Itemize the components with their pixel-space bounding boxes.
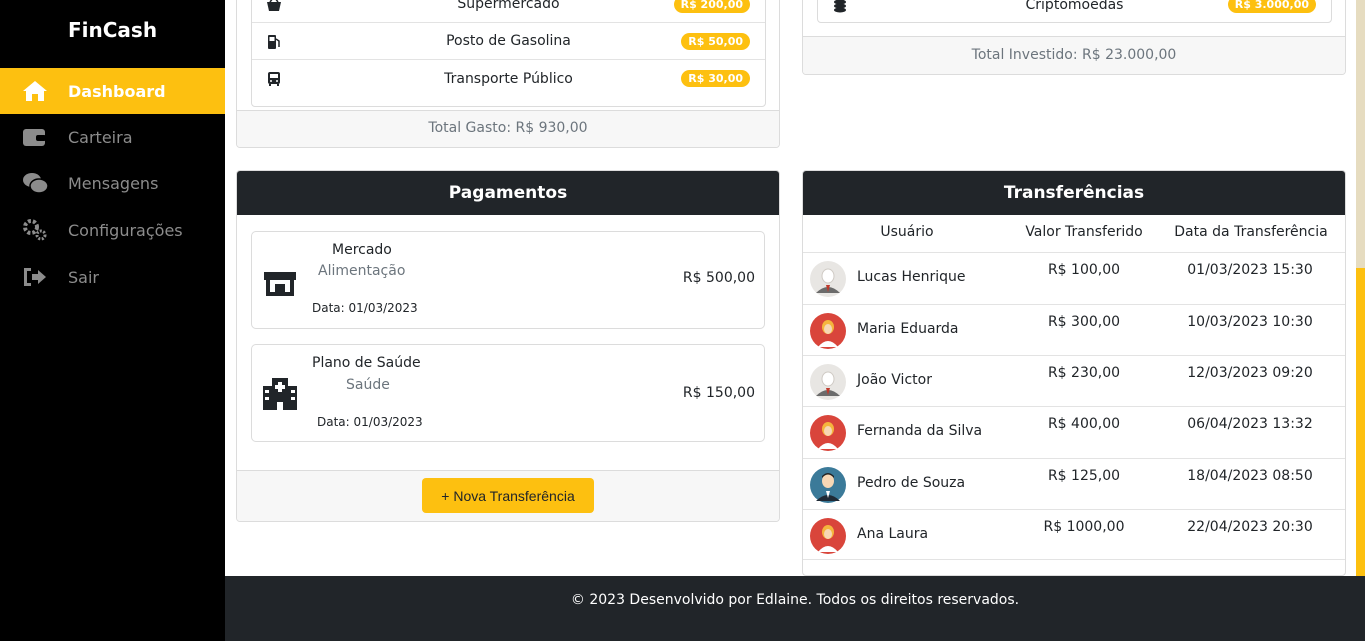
footer-text: © 2023 Desenvolvido por Edlaine. Todos o…	[570, 592, 1020, 608]
store-icon	[264, 272, 296, 296]
avatar	[810, 467, 846, 503]
table-row: João Victor R$ 230,00 12/03/2023 09:20	[803, 355, 1345, 406]
column-header-value: Valor Transferido	[1025, 224, 1143, 240]
table-row: Lucas Henrique R$ 100,00 01/03/2023 15:3…	[803, 252, 1345, 303]
list-item: Criptomoedas R$ 3.000,00	[818, 0, 1331, 22]
sidebar-item-label: Sair	[68, 267, 99, 287]
list-item: Transporte Público R$ 30,00	[252, 60, 765, 97]
payment-item[interactable]: Plano de Saúde Saúde Data: 01/03/2023 R$…	[251, 344, 765, 442]
transfer-value: R$ 300,00	[1047, 314, 1121, 330]
sidebar-item-label: Carteira	[68, 127, 133, 147]
transfers-card: Transferências Usuário Valor Transferido…	[802, 170, 1346, 576]
sidebar-item-mensagens[interactable]: Mensagens	[0, 160, 225, 206]
user-name: Ana Laura	[857, 526, 929, 542]
payment-item[interactable]: Mercado Alimentação Data: 01/03/2023 R$ …	[251, 231, 765, 329]
wallet-icon	[23, 129, 46, 146]
sidebar-item-label: Dashboard	[68, 81, 166, 101]
payments-card: Pagamentos Mercado Alimentação Data: 01/…	[236, 170, 780, 522]
transfer-value: R$ 1000,00	[1043, 519, 1125, 535]
new-transfer-button[interactable]: + Nova Transferência	[422, 478, 594, 513]
sidebar-item-carteira[interactable]: Carteira	[0, 114, 225, 160]
sidebar-item-configuracoes[interactable]: Configurações	[0, 207, 225, 253]
transfer-date: 01/03/2023 15:30	[1187, 262, 1313, 278]
table-row: Pedro de Souza R$ 125,00 18/04/2023 08:5…	[803, 458, 1345, 509]
comments-icon	[23, 173, 48, 194]
list-item: Supermercado R$ 200,00	[252, 0, 765, 23]
gears-icon	[23, 219, 47, 241]
payment-date: Data: 01/03/2023	[312, 301, 418, 315]
value-badge: R$ 30,00	[681, 70, 750, 87]
total-spent: Total Gasto: R$ 930,00	[237, 110, 779, 147]
avatar	[810, 518, 846, 554]
value-badge: R$ 3.000,00	[1227, 0, 1316, 13]
avatar	[810, 415, 846, 451]
payment-value: R$ 500,00	[682, 270, 755, 286]
investments-list: Criptomoedas R$ 3.000,00	[817, 0, 1332, 23]
total-invested: Total Investido: R$ 23.000,00	[803, 36, 1345, 74]
payment-category: Alimentação	[318, 263, 406, 279]
expenses-list: Supermercado R$ 200,00 Posto de Gasolina…	[251, 0, 766, 107]
payment-value: R$ 150,00	[682, 385, 755, 401]
transfer-date: 10/03/2023 10:30	[1187, 314, 1313, 330]
sidebar: FinCash Dashboard Carteira Mensagens Con…	[0, 0, 225, 641]
transfer-date: 22/04/2023 20:30	[1187, 519, 1313, 535]
user-name: Maria Eduarda	[857, 321, 959, 337]
user-name: Pedro de Souza	[857, 475, 966, 491]
transfer-value: R$ 100,00	[1047, 262, 1121, 278]
list-item: Posto de Gasolina R$ 50,00	[252, 23, 765, 60]
investments-card: Criptomoedas R$ 3.000,00 Total Investido…	[802, 0, 1346, 75]
transfer-date: 06/04/2023 13:32	[1187, 416, 1313, 432]
table-row: Fernanda da Silva R$ 400,00 06/04/2023 1…	[803, 406, 1345, 457]
user-name: Fernanda da Silva	[857, 423, 983, 439]
value-badge: R$ 200,00	[673, 0, 750, 13]
sidebar-item-dashboard[interactable]: Dashboard	[0, 68, 225, 114]
sidebar-item-sair[interactable]: Sair	[0, 254, 225, 300]
expenses-card: Supermercado R$ 200,00 Posto de Gasolina…	[236, 0, 780, 148]
sidebar-item-label: Configurações	[68, 220, 183, 240]
payments-title: Pagamentos	[237, 171, 779, 215]
user-name: João Victor	[857, 372, 932, 388]
hospital-icon	[263, 378, 297, 410]
sign-out-icon	[24, 268, 46, 286]
table-row: Maria Eduarda R$ 300,00 10/03/2023 10:30	[803, 304, 1345, 355]
transfer-value: R$ 400,00	[1047, 416, 1121, 432]
payments-footer: + Nova Transferência	[237, 470, 779, 521]
user-name: Lucas Henrique	[857, 269, 966, 285]
avatar	[810, 313, 846, 349]
table-row: Ana Laura R$ 1000,00 22/04/2023 20:30	[803, 509, 1345, 560]
page-footer: © 2023 Desenvolvido por Edlaine. Todos o…	[225, 576, 1365, 641]
transfer-date: 18/04/2023 08:50	[1187, 468, 1313, 484]
scrollbar-thumb[interactable]	[1356, 268, 1365, 576]
transfer-value: R$ 125,00	[1047, 468, 1121, 484]
avatar	[810, 261, 846, 297]
column-header-user: Usuário	[880, 224, 934, 240]
transfer-date: 12/03/2023 09:20	[1187, 365, 1313, 381]
column-header-date: Data da Transferência	[1174, 224, 1328, 240]
home-icon	[23, 81, 47, 101]
avatar	[810, 364, 846, 400]
scrollbar-upper[interactable]	[1356, 0, 1365, 268]
sidebar-item-label: Mensagens	[68, 173, 159, 193]
payment-title: Plano de Saúde	[312, 355, 421, 371]
payment-title: Mercado	[332, 242, 392, 258]
value-badge: R$ 50,00	[681, 32, 750, 50]
brand-logo: FinCash	[68, 18, 158, 42]
transfers-title: Transferências	[803, 171, 1345, 215]
payment-category: Saúde	[346, 377, 390, 393]
transfer-value: R$ 230,00	[1047, 365, 1121, 381]
payment-date: Data: 01/03/2023	[317, 415, 423, 429]
